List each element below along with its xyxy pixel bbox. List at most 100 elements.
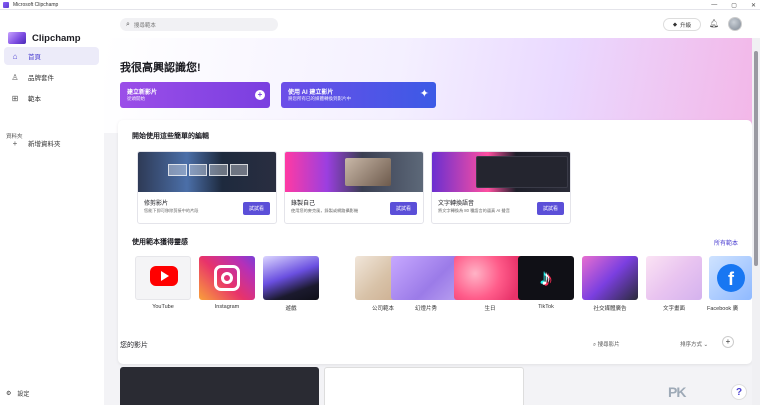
video-card[interactable] — [120, 367, 319, 405]
template-search-input[interactable]: ⌕ 搜尋範本 — [120, 18, 278, 31]
chevron-down-icon: ⌄ — [702, 342, 709, 348]
settings-label: 設定 — [17, 392, 30, 398]
template-slideshow[interactable] — [391, 256, 461, 300]
tutorial-description: 將文字轉換為 80 種語言的逼真 AI 聲音 — [438, 208, 510, 213]
camera-lens-icon — [221, 272, 233, 284]
window-controls: — ▢ ✕ — [711, 0, 756, 10]
template-label: 生日 — [484, 306, 496, 312]
sparkle-icon: ✦ — [419, 88, 429, 100]
watermark-logo: PK — [668, 384, 686, 400]
try-it-button[interactable]: 試試看 — [243, 202, 270, 215]
create-ai-video-button[interactable]: 使用 AI 建立影片 將您所有已的媒體轉換到影片中 ✦ — [281, 82, 436, 108]
vertical-scrollbar[interactable] — [752, 38, 760, 405]
template-label: 幻燈片秀 — [414, 306, 437, 312]
plus-icon: + — [12, 138, 18, 148]
templates-icon: ⊞ — [11, 93, 19, 103]
main-content: 我很高興認識您! 建立新影片 從頭開始 + 使用 AI 建立影片 將您所有已的媒… — [104, 38, 752, 405]
settings-button[interactable]: ⚙ 設定 — [6, 389, 29, 398]
app-icon — [3, 1, 9, 8]
sidebar-item-label: 範本 — [28, 96, 41, 103]
tiktok-icon: ♪ — [540, 265, 552, 290]
sort-label: 排序方式 — [680, 342, 703, 348]
template-label: 社交媒體廣告 — [593, 306, 627, 312]
try-it-button[interactable]: 試試看 — [390, 202, 417, 215]
search-placeholder: 搜尋範本 — [133, 22, 156, 29]
webcam-preview — [345, 158, 391, 186]
brand[interactable]: Clipchamp — [8, 32, 81, 44]
try-it-button[interactable]: 試試看 — [537, 202, 564, 215]
timeline-strip — [168, 164, 248, 176]
create-ai-video-subtitle: 將您所有已的媒體轉換到影片中 — [288, 96, 351, 101]
maximize-icon[interactable]: ▢ — [731, 2, 737, 9]
close-icon[interactable]: ✕ — [751, 2, 756, 9]
plus-icon: + — [255, 90, 265, 100]
tutorial-card-record[interactable]: 錄製自己 使用您的麥克風，錄製或網路攝影機 試試看 — [284, 151, 424, 224]
template-birthday[interactable] — [454, 256, 524, 300]
gear-icon: ⚙ — [6, 391, 12, 397]
create-ai-video-title: 使用 AI 建立影片 — [288, 90, 334, 96]
tutorial-title: 文字轉換語音 — [438, 201, 475, 207]
topbar: ⌕ 搜尋範本 ◆ 升級 🔔︎ — [104, 10, 760, 38]
search-icon: ⌕ — [126, 20, 130, 28]
upgrade-label: 升級 — [680, 22, 692, 29]
record-yourself-preview — [285, 152, 423, 192]
all-templates-link[interactable]: 所有範本 — [714, 238, 738, 247]
video-card[interactable] — [324, 367, 524, 405]
create-new-video-subtitle: 從頭開始 — [127, 96, 145, 101]
diamond-icon: ◆ — [672, 21, 678, 28]
hero-banner: 我很高興認識您! 建立新影片 從頭開始 + 使用 AI 建立影片 將您所有已的媒… — [104, 38, 752, 133]
greeting-title: 我很高興認識您! — [120, 62, 201, 74]
new-folder-button[interactable]: + 新增資料夾 — [4, 134, 99, 152]
tutorials-heading: 開始使用這些簡單的編輯 — [132, 133, 209, 140]
sidebar-item-label: 首頁 — [28, 54, 41, 61]
tutorial-card-tts[interactable]: 文字轉換語音 將文字轉換為 80 種語言的逼真 AI 聲音 試試看 — [431, 151, 571, 224]
sidebar-item-brand-kit[interactable]: ♙ 品牌套件 — [4, 68, 99, 86]
sort-dropdown[interactable]: 排序方式 ⌄ — [680, 340, 708, 348]
home-icon: ⌂ — [12, 51, 18, 61]
template-gaming[interactable] — [263, 256, 319, 300]
brand-kit-icon: ♙ — [11, 72, 19, 82]
avatar[interactable] — [728, 17, 742, 31]
sidebar: Clipchamp ⌂ 首頁 ♙ 品牌套件 ⊞ 範本 資料夾 + 新增資料夾 ⚙… — [0, 10, 104, 405]
video-search-input[interactable]: ⌕ 搜尋影片 — [593, 340, 620, 349]
sidebar-item-home[interactable]: ⌂ 首頁 — [4, 47, 99, 65]
play-icon — [161, 271, 169, 281]
template-label: 遊戲 — [285, 306, 297, 312]
sidebar-item-label: 品牌套件 — [28, 75, 54, 82]
template-instagram[interactable] — [199, 256, 255, 300]
tutorial-card-trim[interactable]: 修剪影片 您能下即可移除剪接中的片段 試試看 — [137, 151, 277, 224]
trim-video-preview — [138, 152, 276, 192]
scrollbar-thumb[interactable] — [754, 51, 758, 266]
template-label: Instagram — [214, 304, 240, 310]
tutorial-description: 使用您的麥克風，錄製或網路攝影機 — [291, 208, 359, 213]
sidebar-item-templates[interactable]: ⊞ 範本 — [4, 89, 99, 107]
template-label: Facebook 廣 — [707, 306, 739, 312]
tutorial-title: 錄製自己 — [291, 201, 316, 207]
facebook-icon: f — [717, 264, 745, 292]
add-video-button[interactable]: + — [722, 336, 734, 348]
template-label: TikTok — [538, 304, 554, 310]
tutorial-description: 您能下即可移除剪接中的片段 — [144, 208, 199, 213]
new-folder-label: 新增資料夾 — [28, 141, 61, 148]
templates-heading: 使用範本獲得靈感 — [132, 239, 188, 246]
template-label: 文字畫面 — [662, 306, 685, 312]
minimize-icon[interactable]: — — [711, 2, 717, 8]
create-new-video-title: 建立新影片 — [127, 90, 158, 96]
template-youtube[interactable] — [135, 256, 191, 300]
window-titlebar: Microsoft Clipchamp — ▢ ✕ — [0, 0, 760, 10]
template-social-ads[interactable] — [582, 256, 638, 300]
create-new-video-button[interactable]: 建立新影片 從頭開始 + — [120, 82, 270, 108]
help-button[interactable]: ? — [731, 384, 747, 400]
window-title: Microsoft Clipchamp — [13, 1, 59, 8]
template-facebook-ads[interactable]: f — [709, 256, 752, 300]
starter-panel: 開始使用這些簡單的編輯 修剪影片 您能下即可移除剪接中的片段 試試看 錄製自己 … — [118, 120, 752, 364]
your-videos-heading: 您的影片 — [120, 342, 148, 349]
template-text-overlay[interactable] — [646, 256, 702, 300]
clipchamp-logo-icon — [8, 32, 26, 44]
bell-icon[interactable]: 🔔︎ — [709, 19, 719, 28]
upgrade-button[interactable]: ◆ 升級 — [663, 18, 701, 31]
template-tiktok[interactable]: ♪ — [518, 256, 574, 300]
text-to-speech-preview — [432, 152, 570, 192]
video-search-placeholder: 搜尋影片 — [597, 342, 620, 348]
brand-name: Clipchamp — [32, 32, 81, 44]
